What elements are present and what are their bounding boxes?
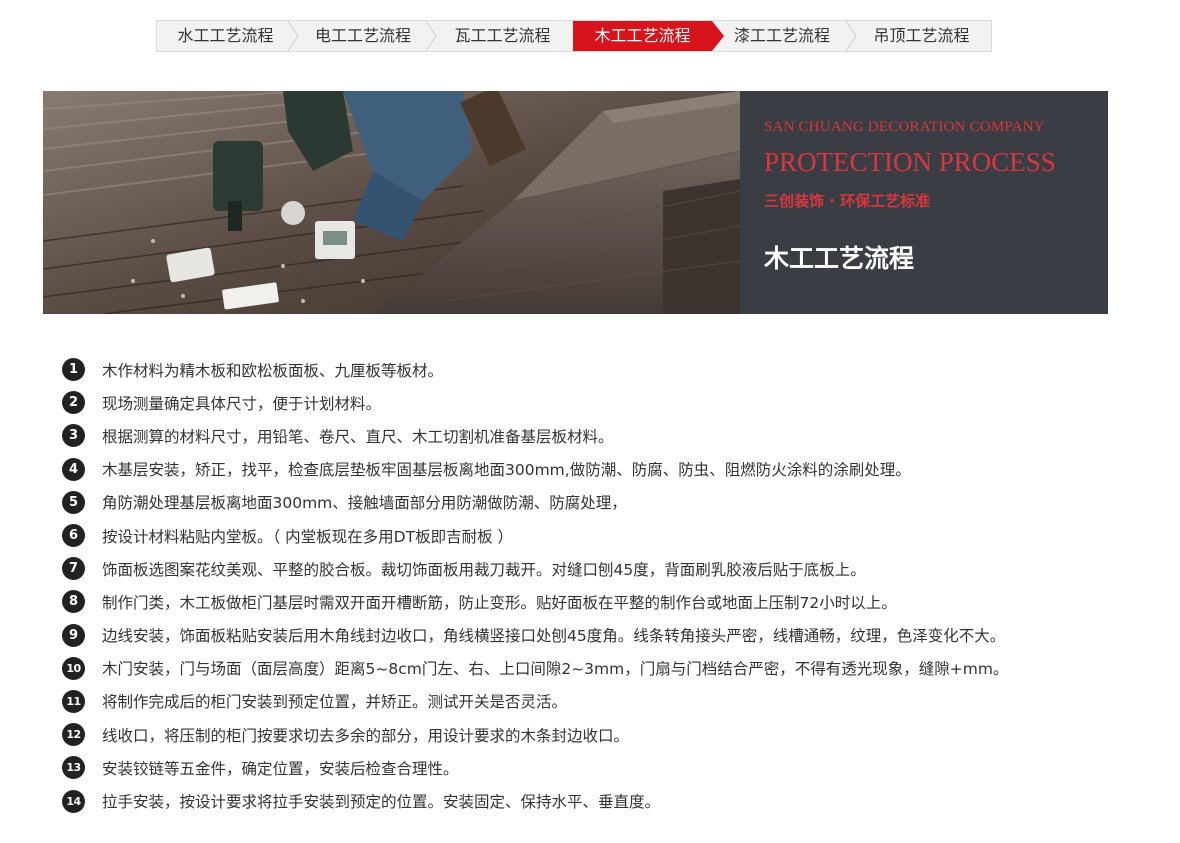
step-text: 饰面板选图案花纹美观、平整的胶合板。裁切饰面板用裁刀裁开。对缝口刨45度，背面刷… bbox=[102, 560, 866, 579]
step-number-badge: 7 bbox=[62, 557, 85, 581]
step-number-badge: 4 bbox=[62, 457, 85, 481]
step-text: 拉手安装，按设计要求将拉手安装到预定的位置。安装固定、保持水平、垂直度。 bbox=[102, 793, 661, 812]
step-text: 根据测算的材料尺寸，用铅笔、卷尺、直尺、木工切割机准备基层板材料。 bbox=[102, 427, 614, 446]
list-item: 13 安装铰链等五金件，确定位置，安装后检查合理性。 bbox=[62, 751, 1162, 784]
chevron-separator-icon bbox=[287, 21, 299, 51]
step-text: 边线安装，饰面板粘贴安装后用木角线封边收口，角线横竖接口处刨45度角。线条转角接… bbox=[102, 627, 1006, 646]
tab-label: 瓦工工艺流程 bbox=[454, 26, 551, 45]
list-item: 2 现场测量确定具体尺寸，便于计划材料。 bbox=[62, 386, 1162, 419]
tab-carpentry[interactable]: 木工工艺流程 bbox=[573, 21, 724, 51]
step-text: 木基层安装，矫正，找平，检查底层垫板牢固基层板离地面300mm,做防潮、防腐、防… bbox=[102, 461, 911, 480]
company-name: SAN CHUANG DECORATION COMPANY bbox=[764, 119, 1045, 135]
list-item: 9 边线安装，饰面板粘贴安装后用木角线封边收口，角线横竖接口处刨45度角。线条转… bbox=[62, 619, 1162, 652]
tab-electrical[interactable]: 电工工艺流程 bbox=[294, 21, 437, 51]
tab-tiling[interactable]: 瓦工工艺流程 bbox=[432, 21, 573, 51]
step-number-badge: 5 bbox=[62, 490, 85, 514]
hero-banner: SAN CHUANG DECORATION COMPANY PROTECTION… bbox=[43, 91, 1108, 314]
carpentry-photo bbox=[43, 91, 740, 314]
chevron-separator-icon bbox=[845, 21, 857, 51]
step-number-badge: 11 bbox=[62, 689, 85, 713]
list-item: 1 木作材料为精木板和欧松板面板、九厘板等板材。 bbox=[62, 353, 1162, 386]
tab-label: 木工工艺流程 bbox=[594, 26, 691, 45]
tab-plumbing[interactable]: 水工工艺流程 bbox=[157, 21, 299, 51]
list-item: 14 拉手安装，按设计要求将拉手安装到预定的位置。安装固定、保持水平、垂直度。 bbox=[62, 784, 1162, 817]
tab-label: 漆工工艺流程 bbox=[733, 26, 830, 45]
banner-text-panel: SAN CHUANG DECORATION COMPANY PROTECTION… bbox=[740, 91, 1108, 314]
step-number-badge: 6 bbox=[62, 524, 85, 548]
step-number-badge: 3 bbox=[62, 424, 85, 448]
chevron-separator-icon bbox=[425, 21, 437, 51]
tab-ceiling[interactable]: 吊顶工艺流程 bbox=[852, 21, 991, 51]
active-tab-arrow-icon bbox=[712, 21, 724, 51]
list-item: 7 饰面板选图案花纹美观、平整的胶合板。裁切饰面板用裁刀裁开。对缝口刨45度，背… bbox=[62, 552, 1162, 585]
step-number-badge: 13 bbox=[62, 756, 85, 780]
list-item: 8 制作门类，木工板做柜门基层时需双开面开槽断筋，防止变形。贴好面板在平整的制作… bbox=[62, 585, 1162, 618]
section-title: 木工工艺流程 bbox=[764, 244, 915, 273]
list-item: 12 线收口，将压制的柜门按要求切去多余的部分，用设计要求的木条封边收口。 bbox=[62, 718, 1162, 751]
list-item: 10 木门安装，门与场面（面层高度）距离5~8cm门左、右、上口间隙2~3mm，… bbox=[62, 652, 1162, 685]
step-text: 现场测量确定具体尺寸，便于计划材料。 bbox=[102, 394, 382, 413]
step-text: 安装铰链等五金件，确定位置，安装后检查合理性。 bbox=[102, 759, 459, 778]
step-number-badge: 12 bbox=[62, 723, 85, 747]
step-number-badge: 1 bbox=[62, 358, 85, 382]
step-text: 将制作完成后的柜门安装到预定位置，并矫正。测试开关是否灵活。 bbox=[102, 693, 568, 712]
process-tab-bar: 水工工艺流程 电工工艺流程 瓦工工艺流程 木工工艺流程 漆工工艺流程 吊顶工艺流… bbox=[156, 20, 992, 52]
tab-painting[interactable]: 漆工工艺流程 bbox=[712, 21, 857, 51]
step-text: 制作门类，木工板做柜门基层时需双开面开槽断筋，防止变形。贴好面板在平整的制作台或… bbox=[102, 593, 897, 612]
step-number-badge: 8 bbox=[62, 590, 85, 614]
step-number-badge: 2 bbox=[62, 391, 85, 415]
process-steps-list: 1 木作材料为精木板和欧松板面板、九厘板等板材。 2 现场测量确定具体尺寸，便于… bbox=[62, 353, 1162, 818]
woodworking-illustration bbox=[43, 91, 740, 314]
tab-label: 水工工艺流程 bbox=[177, 26, 274, 45]
process-heading: PROTECTION PROCESS bbox=[764, 147, 1056, 177]
step-text: 按设计材料粘贴内堂板。（ 内堂板现在多用DT板即吉耐板 ） bbox=[102, 527, 514, 546]
step-number-badge: 9 bbox=[62, 623, 85, 647]
list-item: 6 按设计材料粘贴内堂板。（ 内堂板现在多用DT板即吉耐板 ） bbox=[62, 519, 1162, 552]
step-text: 线收口，将压制的柜门按要求切去多余的部分，用设计要求的木条封边收口。 bbox=[102, 726, 630, 745]
step-text: 木门安装，门与场面（面层高度）距离5~8cm门左、右、上口间隙2~3mm，门扇与… bbox=[102, 660, 1009, 679]
step-text: 木作材料为精木板和欧松板面板、九厘板等板材。 bbox=[102, 361, 444, 380]
list-item: 11 将制作完成后的柜门安装到预定位置，并矫正。测试开关是否灵活。 bbox=[62, 685, 1162, 718]
step-number-badge: 14 bbox=[62, 789, 85, 813]
list-item: 3 根据测算的材料尺寸，用铅笔、卷尺、直尺、木工切割机准备基层板材料。 bbox=[62, 419, 1162, 452]
tab-label: 电工工艺流程 bbox=[314, 26, 411, 45]
list-item: 4 木基层安装，矫正，找平，检查底层垫板牢固基层板离地面300mm,做防潮、防腐… bbox=[62, 453, 1162, 486]
step-text: 角防潮处理基层板离地面300mm、接触墙面部分用防潮做防潮、防腐处理， bbox=[102, 494, 627, 513]
list-item: 5 角防潮处理基层板离地面300mm、接触墙面部分用防潮做防潮、防腐处理， bbox=[62, 486, 1162, 519]
tab-label: 吊顶工艺流程 bbox=[873, 26, 970, 45]
slogan: 三创装饰 · 环保工艺标准 bbox=[764, 192, 931, 210]
step-number-badge: 10 bbox=[62, 656, 85, 680]
